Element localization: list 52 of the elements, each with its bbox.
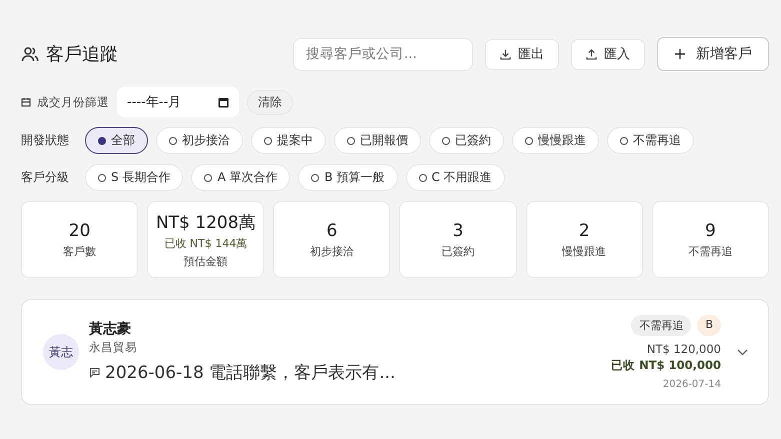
filter-chip[interactable]: C 不用跟進 [406,164,505,191]
stat-label: 已簽約 [442,244,475,258]
avatar: 黃志 [43,334,79,370]
stat-value: NT$ 1208萬 [156,212,256,234]
filter-label: 成交月份篩選 [37,94,109,110]
add-customer-button[interactable]: 新增客戶 [657,37,769,71]
download-icon [500,48,511,60]
customer-card[interactable]: 黃志 黃志豪 永昌貿易 2026-06-18 電話聯繫，客戶表示有... 不需再追 B NT$ 120,000 已收 NT$ 100,000 2026-07-14 [21,299,769,405]
amount: NT$ 120,000 [646,342,721,356]
filter-chip[interactable]: 已簽約 [429,127,504,154]
stat-label: 客戶數 [63,244,96,258]
filter-chip[interactable]: 初步接洽 [156,127,243,154]
received-amount: 已收 NT$ 100,000 [611,358,721,372]
latest-note: 2026-06-18 電話聯繫，客戶表示有... [105,362,396,384]
filter-chip[interactable]: 提案中 [251,127,326,154]
stat-value: 2 [578,220,590,240]
filter-chip[interactable]: S 長期合作 [85,164,184,191]
stat-value: 20 [68,220,90,240]
filter-chip[interactable]: B 預算一般 [298,164,398,191]
chevron-icon[interactable] [737,348,748,356]
stat-label: 慢慢跟進 [562,244,606,258]
stat-value: 3 [452,220,464,240]
filter-label: 客戶分級 [21,169,70,186]
comment-icon [89,367,100,378]
stat-value: 9 [704,220,716,240]
filter-chip[interactable]: 已開報價 [334,127,421,154]
month-field[interactable]: ----年--月 [117,87,239,117]
people-icon [21,45,39,63]
filter-label: 開發狀態 [21,132,70,149]
filter-chip[interactable]: A 單次合作 [191,164,290,191]
clear-button[interactable]: 清除 [247,90,293,114]
filter-chip[interactable]: 全部 [85,127,148,154]
date: 2026-07-14 [662,378,721,390]
grade-tag: B [697,314,721,336]
search-field[interactable]: 搜尋客戶或公司... [293,38,473,70]
calendar-icon [218,96,229,108]
export-button[interactable]: 匯出 [485,38,559,70]
company-name: 永昌貿易 [89,340,138,355]
import-button[interactable]: 匯入 [571,38,645,70]
filter-chip[interactable]: 不需再追 [607,127,694,154]
upload-icon [586,48,597,60]
page-title: 客戶追蹤 [46,43,118,66]
customer-name: 黃志豪 [89,320,132,338]
stat-label: 初步接洽 [310,244,354,258]
plus-icon [674,48,686,60]
stat-label: 不需再追 [688,244,732,258]
filter-chip[interactable]: 慢慢跟進 [512,127,599,154]
stat-value: 6 [326,220,338,240]
stat-subtext: 已收 NT$ 144萬 [164,236,248,250]
calendar-icon [21,97,31,107]
stat-label: 預估金額 [184,254,228,268]
status-tag: 不需再追 [631,314,692,336]
